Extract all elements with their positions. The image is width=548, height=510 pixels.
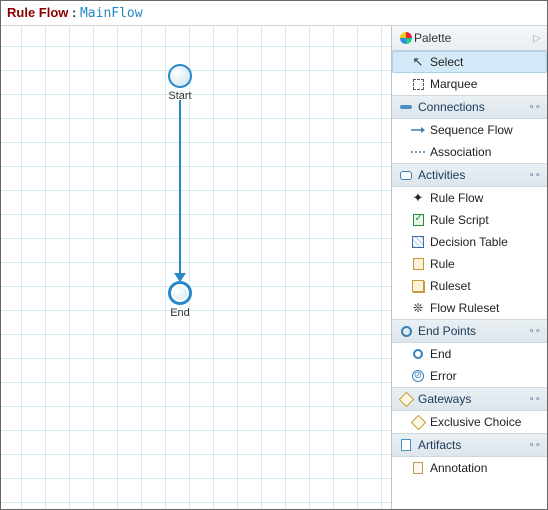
palette-item-label: Error	[430, 369, 457, 383]
palette-item-association[interactable]: Association	[392, 141, 547, 163]
palette-item-rule-flow[interactable]: ✦ Rule Flow	[392, 187, 547, 209]
editor-header: Rule Flow : MainFlow	[1, 1, 547, 26]
cursor-icon: ↖	[410, 54, 426, 70]
section-connections[interactable]: Connections ∘∘	[392, 95, 547, 119]
palette-item-label: Rule Flow	[430, 191, 483, 205]
palette-header[interactable]: Palette ▷	[392, 26, 547, 51]
chevron-icon: ∘∘	[528, 326, 541, 337]
section-gateways[interactable]: Gateways ∘∘	[392, 387, 547, 411]
decision-table-icon	[410, 234, 426, 250]
header-flow-name: MainFlow	[80, 6, 143, 21]
palette-item-sequence-flow[interactable]: Sequence Flow	[392, 119, 547, 141]
palette-item-rule-script[interactable]: Rule Script	[392, 209, 547, 231]
palette-item-label: Sequence Flow	[430, 123, 513, 137]
palette-item-ruleset[interactable]: Ruleset	[392, 275, 547, 297]
sequence-flow-edge[interactable]	[179, 100, 181, 281]
palette-item-label: Rule	[430, 257, 455, 271]
end-points-icon	[398, 323, 414, 339]
diagram-canvas[interactable]: Start End	[1, 26, 391, 509]
rule-icon	[410, 256, 426, 272]
annotation-icon	[410, 460, 426, 476]
start-node[interactable]	[168, 64, 192, 88]
palette-item-label: Exclusive Choice	[430, 415, 521, 429]
chevron-icon: ∘∘	[528, 102, 541, 113]
palette-item-end[interactable]: End	[392, 343, 547, 365]
rule-script-icon	[410, 212, 426, 228]
ruleset-icon	[410, 278, 426, 294]
editor-body: Start End Palette ▷ ↖ Select Marquee	[1, 26, 547, 509]
sequence-flow-icon	[410, 122, 426, 138]
activities-icon	[398, 167, 414, 183]
palette-item-exclusive-choice[interactable]: Exclusive Choice	[392, 411, 547, 433]
collapse-icon[interactable]: ▷	[533, 33, 541, 44]
palette-item-label: Select	[430, 55, 463, 69]
exclusive-choice-icon	[410, 414, 426, 430]
end-node-label: End	[160, 307, 200, 319]
rule-flow-icon: ✦	[410, 190, 426, 206]
artifacts-icon	[398, 437, 414, 453]
header-label: Rule Flow	[7, 5, 68, 20]
header-colon: :	[72, 5, 80, 20]
palette-item-label: Marquee	[430, 77, 477, 91]
palette-item-label: Decision Table	[430, 235, 508, 249]
chevron-icon: ∘∘	[528, 440, 541, 451]
palette-panel: Palette ▷ ↖ Select Marquee Connections ∘…	[391, 26, 547, 509]
chevron-icon: ∘∘	[528, 394, 541, 405]
palette-item-flow-ruleset[interactable]: ❊ Flow Ruleset	[392, 297, 547, 319]
palette-item-marquee[interactable]: Marquee	[392, 73, 547, 95]
palette-item-label: Ruleset	[430, 279, 471, 293]
association-icon	[410, 144, 426, 160]
marquee-icon	[410, 76, 426, 92]
end-node[interactable]	[168, 281, 192, 305]
error-icon: ⊘	[410, 368, 426, 384]
palette-item-select[interactable]: ↖ Select	[392, 51, 547, 73]
rule-flow-editor: Rule Flow : MainFlow Start End Palette ▷…	[0, 0, 548, 510]
palette-item-error[interactable]: ⊘ Error	[392, 365, 547, 387]
section-artifacts[interactable]: Artifacts ∘∘	[392, 433, 547, 457]
connections-icon	[398, 99, 414, 115]
palette-item-rule[interactable]: Rule	[392, 253, 547, 275]
palette-item-label: Rule Script	[430, 213, 489, 227]
palette-title: Palette	[414, 31, 533, 45]
chevron-icon: ∘∘	[528, 170, 541, 181]
flow-ruleset-icon: ❊	[410, 300, 426, 316]
end-icon	[410, 346, 426, 362]
section-end-points[interactable]: End Points ∘∘	[392, 319, 547, 343]
palette-item-label: Association	[430, 145, 491, 159]
section-activities[interactable]: Activities ∘∘	[392, 163, 547, 187]
palette-item-annotation[interactable]: Annotation	[392, 457, 547, 479]
gateways-icon	[398, 391, 414, 407]
palette-item-label: Flow Ruleset	[430, 301, 499, 315]
palette-item-label: End	[430, 347, 451, 361]
palette-item-decision-table[interactable]: Decision Table	[392, 231, 547, 253]
palette-item-label: Annotation	[430, 461, 487, 475]
palette-icon	[398, 30, 414, 46]
